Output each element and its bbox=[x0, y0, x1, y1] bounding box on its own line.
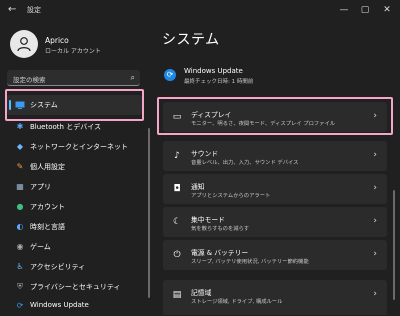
globe-clock-icon: ◐ bbox=[16, 222, 24, 231]
sidebar-item-label: ネットワークとインターネット bbox=[30, 143, 128, 151]
search-input[interactable]: 設定の検索 ⌕ bbox=[7, 70, 140, 86]
card-subtitle: 音量レベル、出力、入力、サウンド デバイス bbox=[191, 160, 299, 166]
sidebar-item-personalization[interactable]: ✎ 個人用設定 bbox=[7, 157, 142, 177]
power-icon: ⏻ bbox=[173, 250, 181, 260]
speaker-icon: ♪ bbox=[174, 151, 180, 161]
page-title: システム bbox=[162, 32, 220, 48]
settings-card-storage[interactable]: ▤ 記憶域 ストレージ領域, ドライブ, 構成ルール › bbox=[163, 280, 387, 315]
card-title: 集中モード bbox=[191, 216, 225, 224]
bell-icon: ◘ bbox=[173, 184, 181, 194]
card-subtitle: スリープ, バッテリ使用状況, バッテリー節約機能 bbox=[191, 259, 309, 265]
settings-card-power[interactable]: ⏻ 電源 & バッテリー スリープ, バッテリ使用状況, バッテリー節約機能 › bbox=[163, 240, 387, 270]
highlight-box-display bbox=[157, 97, 393, 135]
bluetooth-icon: ✱ bbox=[16, 122, 24, 131]
card-title: 記憶域 bbox=[191, 289, 212, 297]
window-title: 設定 bbox=[27, 6, 41, 14]
chevron-right-icon: › bbox=[373, 289, 377, 299]
sidebar-item-privacy[interactable]: ⛨ プライバシーとセキュリティ bbox=[7, 277, 142, 297]
main-scrollbar[interactable] bbox=[393, 190, 395, 300]
profile-account-type: ローカル アカウント bbox=[45, 48, 101, 55]
focus-icon: ☾ bbox=[172, 217, 182, 227]
settings-card-notifications[interactable]: ◘ 通知 アプリとシステムからのアラート › bbox=[163, 174, 387, 204]
account-icon: ● bbox=[16, 202, 24, 211]
accessibility-icon: ♿ bbox=[16, 262, 24, 271]
sidebar-item-apps[interactable]: ▦ アプリ bbox=[7, 177, 142, 197]
minimize-button[interactable]: — bbox=[337, 3, 351, 17]
card-subtitle: アプリとシステムからのアラート bbox=[191, 193, 271, 199]
sidebar-item-gaming[interactable]: ◉ ゲーム bbox=[7, 237, 142, 257]
network-icon: ◆ bbox=[16, 142, 24, 151]
sidebar-item-network[interactable]: ◆ ネットワークとインターネット bbox=[7, 137, 142, 157]
sidebar-item-time-language[interactable]: ◐ 時刻と言語 bbox=[7, 217, 142, 237]
settings-card-focus[interactable]: ☾ 集中モード 気を散らすものを減らす › bbox=[163, 207, 387, 237]
sidebar-item-label: ゲーム bbox=[30, 243, 51, 251]
card-title: 通知 bbox=[191, 183, 205, 191]
sidebar-item-accessibility[interactable]: ♿ アクセシビリティ bbox=[7, 257, 142, 277]
sidebar-item-label: アプリ bbox=[30, 183, 51, 191]
user-icon bbox=[17, 37, 31, 52]
brush-icon: ✎ bbox=[16, 162, 24, 171]
storage-icon: ▤ bbox=[172, 290, 182, 300]
sidebar-item-label: Windows Update bbox=[30, 301, 89, 309]
update-icon: ⟳ bbox=[16, 301, 24, 310]
sidebar-item-windows-update[interactable]: ⟳ Windows Update bbox=[7, 296, 142, 316]
search-placeholder: 設定の検索 bbox=[13, 76, 46, 84]
close-button[interactable]: ✕ bbox=[380, 3, 394, 17]
maximize-button[interactable]: ▢ bbox=[358, 3, 372, 17]
chevron-right-icon: › bbox=[373, 150, 377, 160]
chevron-right-icon: › bbox=[373, 216, 377, 226]
gamepad-icon: ◉ bbox=[16, 242, 24, 251]
sidebar-item-label: アクセシビリティ bbox=[30, 263, 86, 271]
chevron-right-icon: › bbox=[373, 249, 377, 259]
shield-icon: ⛨ bbox=[17, 282, 23, 291]
sidebar-item-label: アカウント bbox=[30, 203, 65, 211]
sidebar-item-label: プライバシーとセキュリティ bbox=[30, 283, 121, 291]
sidebar-item-accounts[interactable]: ● アカウント bbox=[7, 197, 142, 217]
sidebar-item-label: 個人用設定 bbox=[30, 163, 65, 171]
profile-name: Aprico bbox=[45, 36, 69, 45]
avatar bbox=[10, 30, 38, 58]
highlight-box-system bbox=[5, 89, 144, 121]
apps-icon: ▦ bbox=[16, 182, 24, 191]
sidebar-scrollbar[interactable] bbox=[148, 128, 150, 298]
windows-update-title: Windows Update bbox=[184, 67, 243, 75]
update-icon: ⟳ bbox=[164, 69, 176, 81]
windows-update-subtitle: 最終チェック日時: 1 時間前 bbox=[184, 79, 254, 85]
settings-card-sound[interactable]: ♪ サウンド 音量レベル、出力、入力、サウンド デバイス › bbox=[163, 141, 387, 171]
chevron-right-icon: › bbox=[373, 183, 377, 193]
title-bar: ← 設定 — ▢ ✕ bbox=[0, 0, 400, 22]
card-title: サウンド bbox=[191, 150, 219, 158]
back-arrow-icon[interactable]: ← bbox=[8, 4, 16, 15]
sidebar-item-label: Bluetooth とデバイス bbox=[30, 123, 101, 131]
card-subtitle: 気を散らすものを減らす bbox=[191, 226, 250, 232]
search-icon[interactable]: ⌕ bbox=[131, 73, 135, 83]
sidebar-item-label: 時刻と言語 bbox=[30, 223, 65, 231]
card-title: 電源 & バッテリー bbox=[191, 249, 249, 257]
card-subtitle: ストレージ領域, ドライブ, 構成ルール bbox=[191, 299, 283, 305]
